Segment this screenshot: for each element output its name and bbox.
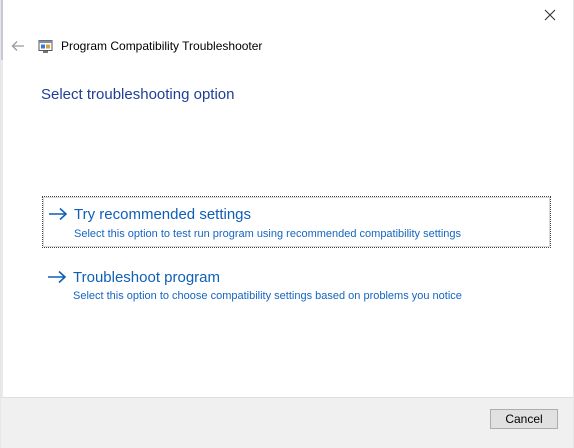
close-icon — [544, 9, 556, 21]
arrow-right-icon — [48, 270, 67, 284]
cancel-button[interactable]: Cancel — [490, 409, 558, 429]
option-troubleshoot-program[interactable]: Troubleshoot program Select this option … — [42, 266, 551, 306]
close-button[interactable] — [533, 2, 567, 28]
option-try-recommended-settings[interactable]: Try recommended settings Select this opt… — [42, 196, 551, 248]
option-description: Select this option to test run program u… — [74, 228, 462, 240]
back-button[interactable] — [7, 36, 29, 56]
window-edge — [1, 0, 3, 448]
troubleshooter-icon — [38, 39, 53, 54]
arrow-right-icon — [49, 207, 68, 221]
option-description: Select this option to choose compatibili… — [73, 290, 462, 302]
back-arrow-icon — [11, 41, 24, 51]
option-title: Troubleshoot program — [73, 269, 221, 286]
window-title: Program Compatibility Troubleshooter — [61, 39, 263, 53]
title-bar: Program Compatibility Troubleshooter — [38, 36, 262, 56]
troubleshooter-window: Program Compatibility Troubleshooter Sel… — [0, 0, 574, 448]
page-heading: Select troubleshooting option — [41, 86, 235, 103]
option-title: Try recommended settings — [74, 206, 252, 223]
footer-bar: Cancel — [1, 397, 573, 448]
